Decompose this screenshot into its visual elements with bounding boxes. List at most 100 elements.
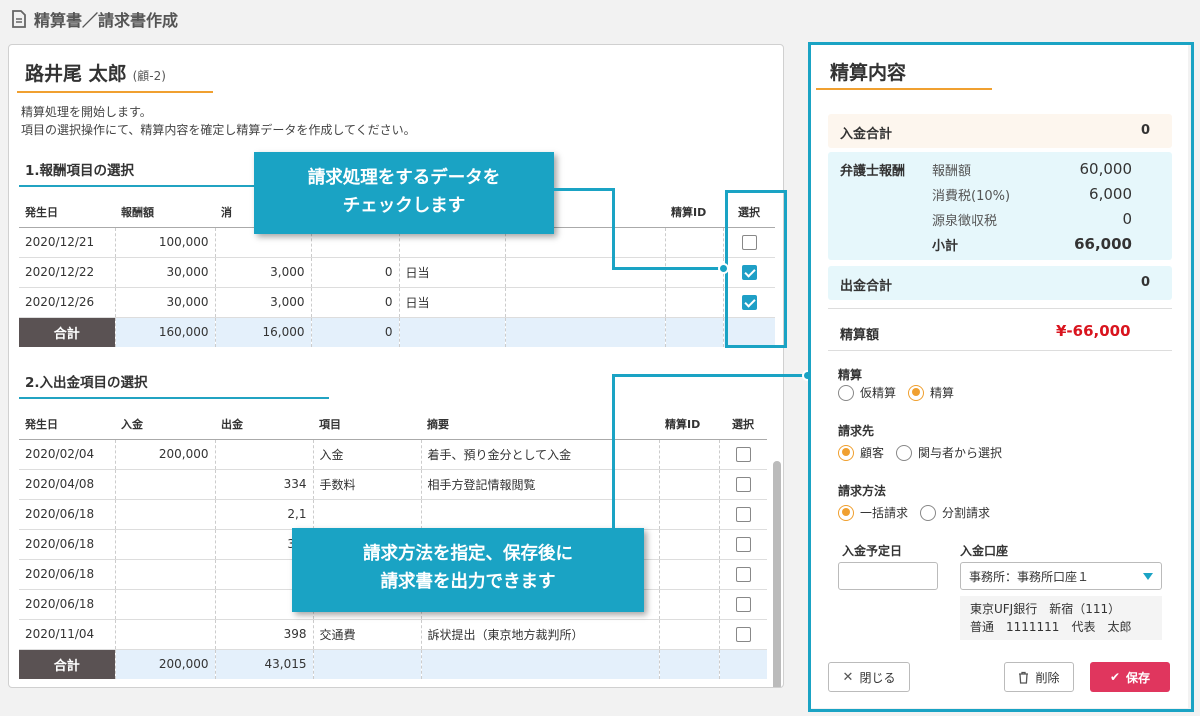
row-fee: 30,000	[115, 257, 216, 288]
total-label: 合計	[19, 317, 116, 347]
col-in: 入金	[115, 409, 215, 440]
intro-line-2: 項目の選択操作にて、精算内容を確定し精算データを作成してください。	[21, 123, 416, 137]
row-in	[115, 619, 216, 650]
scrollbar-thumb[interactable]	[773, 461, 781, 687]
section-fee-title: 1.報酬項目の選択	[25, 163, 135, 179]
row-fee: 30,000	[115, 287, 216, 318]
cash-total-row: 合計 200,000 43,015	[19, 649, 767, 679]
select-checkbox[interactable]	[735, 536, 751, 552]
select-checkbox[interactable]	[735, 506, 751, 522]
col-out: 出金	[215, 409, 313, 440]
total-empty	[421, 649, 660, 679]
row-settle-id	[665, 287, 724, 318]
table-row[interactable]: 2020/11/04 398 交通費 訴状提出（東京地方裁判所）	[19, 619, 767, 650]
row-out	[215, 439, 314, 470]
total-in: 200,000	[115, 649, 216, 679]
row-out: 398	[215, 619, 314, 650]
total-empty	[719, 649, 767, 679]
table-row[interactable]: 2020/12/22 30,000 3,000 0 日当	[19, 257, 775, 288]
total-empty	[399, 317, 506, 347]
row-settle-id	[659, 589, 720, 620]
client-name: 路井尾 太郎 (顧-2)	[25, 59, 166, 86]
row-item: 手数料	[313, 469, 422, 500]
row-memo: 訴状提出（東京地方裁判所）	[421, 619, 660, 650]
row-settle-id	[665, 257, 724, 288]
document-icon	[12, 10, 26, 28]
row-item: 日当	[399, 287, 506, 318]
row-settle-id	[659, 469, 720, 500]
row-settle-id	[659, 619, 720, 650]
table-row[interactable]: 2020/04/08 334 手数料 相手方登記情報閲覧	[19, 469, 767, 500]
row-select-cell	[719, 589, 767, 620]
col-item: 項目	[313, 409, 421, 440]
row-tax: 3,000	[215, 257, 312, 288]
row-select-cell	[719, 439, 767, 470]
connector-line	[554, 188, 614, 191]
select-checkbox[interactable]	[735, 596, 751, 612]
row-memo	[505, 287, 666, 318]
total-zero: 0	[311, 317, 400, 347]
select-checkbox[interactable]	[735, 626, 751, 642]
row-select-cell	[719, 619, 767, 650]
select-checkbox[interactable]	[735, 446, 751, 462]
row-settle-id	[659, 499, 720, 530]
callout-billing-method: 請求方法を指定、保存後に 請求書を出力できます	[292, 528, 644, 612]
total-empty	[665, 317, 724, 347]
total-empty	[313, 649, 422, 679]
row-select-cell	[719, 469, 767, 500]
row-tax: 3,000	[215, 287, 312, 318]
page-header: 精算書／請求書作成	[12, 6, 178, 32]
connector-line	[612, 374, 615, 528]
settlement-panel-highlight	[808, 42, 1194, 712]
total-fee: 160,000	[115, 317, 216, 347]
col-fee: 報酬額	[115, 197, 215, 228]
row-in	[115, 469, 216, 500]
row-settle-id	[659, 529, 720, 560]
intro-line-1: 精算処理を開始します。	[21, 105, 152, 119]
table-row[interactable]: 2020/12/26 30,000 3,000 0 日当	[19, 287, 775, 318]
connector-line	[612, 267, 724, 270]
connector-dot	[718, 263, 729, 274]
col-date: 発生日	[19, 409, 115, 440]
cash-table-header: 発生日 入金 出金 項目 摘要 精算ID 選択	[19, 409, 767, 440]
row-zero: 0	[311, 287, 400, 318]
row-zero: 0	[311, 257, 400, 288]
row-in	[115, 499, 216, 530]
row-in	[115, 559, 216, 590]
row-out: 334	[215, 469, 314, 500]
connector-line	[612, 374, 808, 377]
connector-line	[612, 188, 615, 270]
row-settle-id	[659, 559, 720, 590]
row-item: 交通費	[313, 619, 422, 650]
total-empty	[505, 317, 666, 347]
fee-total-row: 合計 160,000 16,000 0	[19, 317, 775, 347]
col-memo: 摘要	[421, 409, 659, 440]
row-memo	[421, 499, 660, 530]
row-date: 2020/12/22	[19, 257, 116, 288]
row-date: 2020/06/18	[19, 499, 116, 530]
client-underline	[17, 91, 213, 93]
row-date: 2020/06/18	[19, 529, 116, 560]
row-in	[115, 529, 216, 560]
col-date: 発生日	[19, 197, 115, 228]
row-in: 200,000	[115, 439, 216, 470]
row-memo: 相手方登記情報閲覧	[421, 469, 660, 500]
select-checkbox[interactable]	[735, 476, 751, 492]
row-date: 2020/12/26	[19, 287, 116, 318]
row-select-cell	[719, 559, 767, 590]
row-select-cell	[719, 499, 767, 530]
callout-check-data: 請求処理をするデータを チェックします	[254, 152, 554, 234]
table-row[interactable]: 2020/06/18 2,1	[19, 499, 767, 530]
row-date: 2020/06/18	[19, 559, 116, 590]
row-in	[115, 589, 216, 620]
total-empty	[659, 649, 720, 679]
row-item: 入金	[313, 439, 422, 470]
row-item	[313, 499, 422, 530]
row-date: 2020/11/04	[19, 619, 116, 650]
table-scrollbar[interactable]	[773, 461, 781, 687]
select-checkbox[interactable]	[735, 566, 751, 582]
table-row[interactable]: 2020/02/04 200,000 入金 着手、預り金分として入金	[19, 439, 767, 470]
select-column-highlight	[725, 190, 787, 348]
row-memo: 着手、預り金分として入金	[421, 439, 660, 470]
callout-top-line-2: チェックします	[342, 196, 466, 216]
